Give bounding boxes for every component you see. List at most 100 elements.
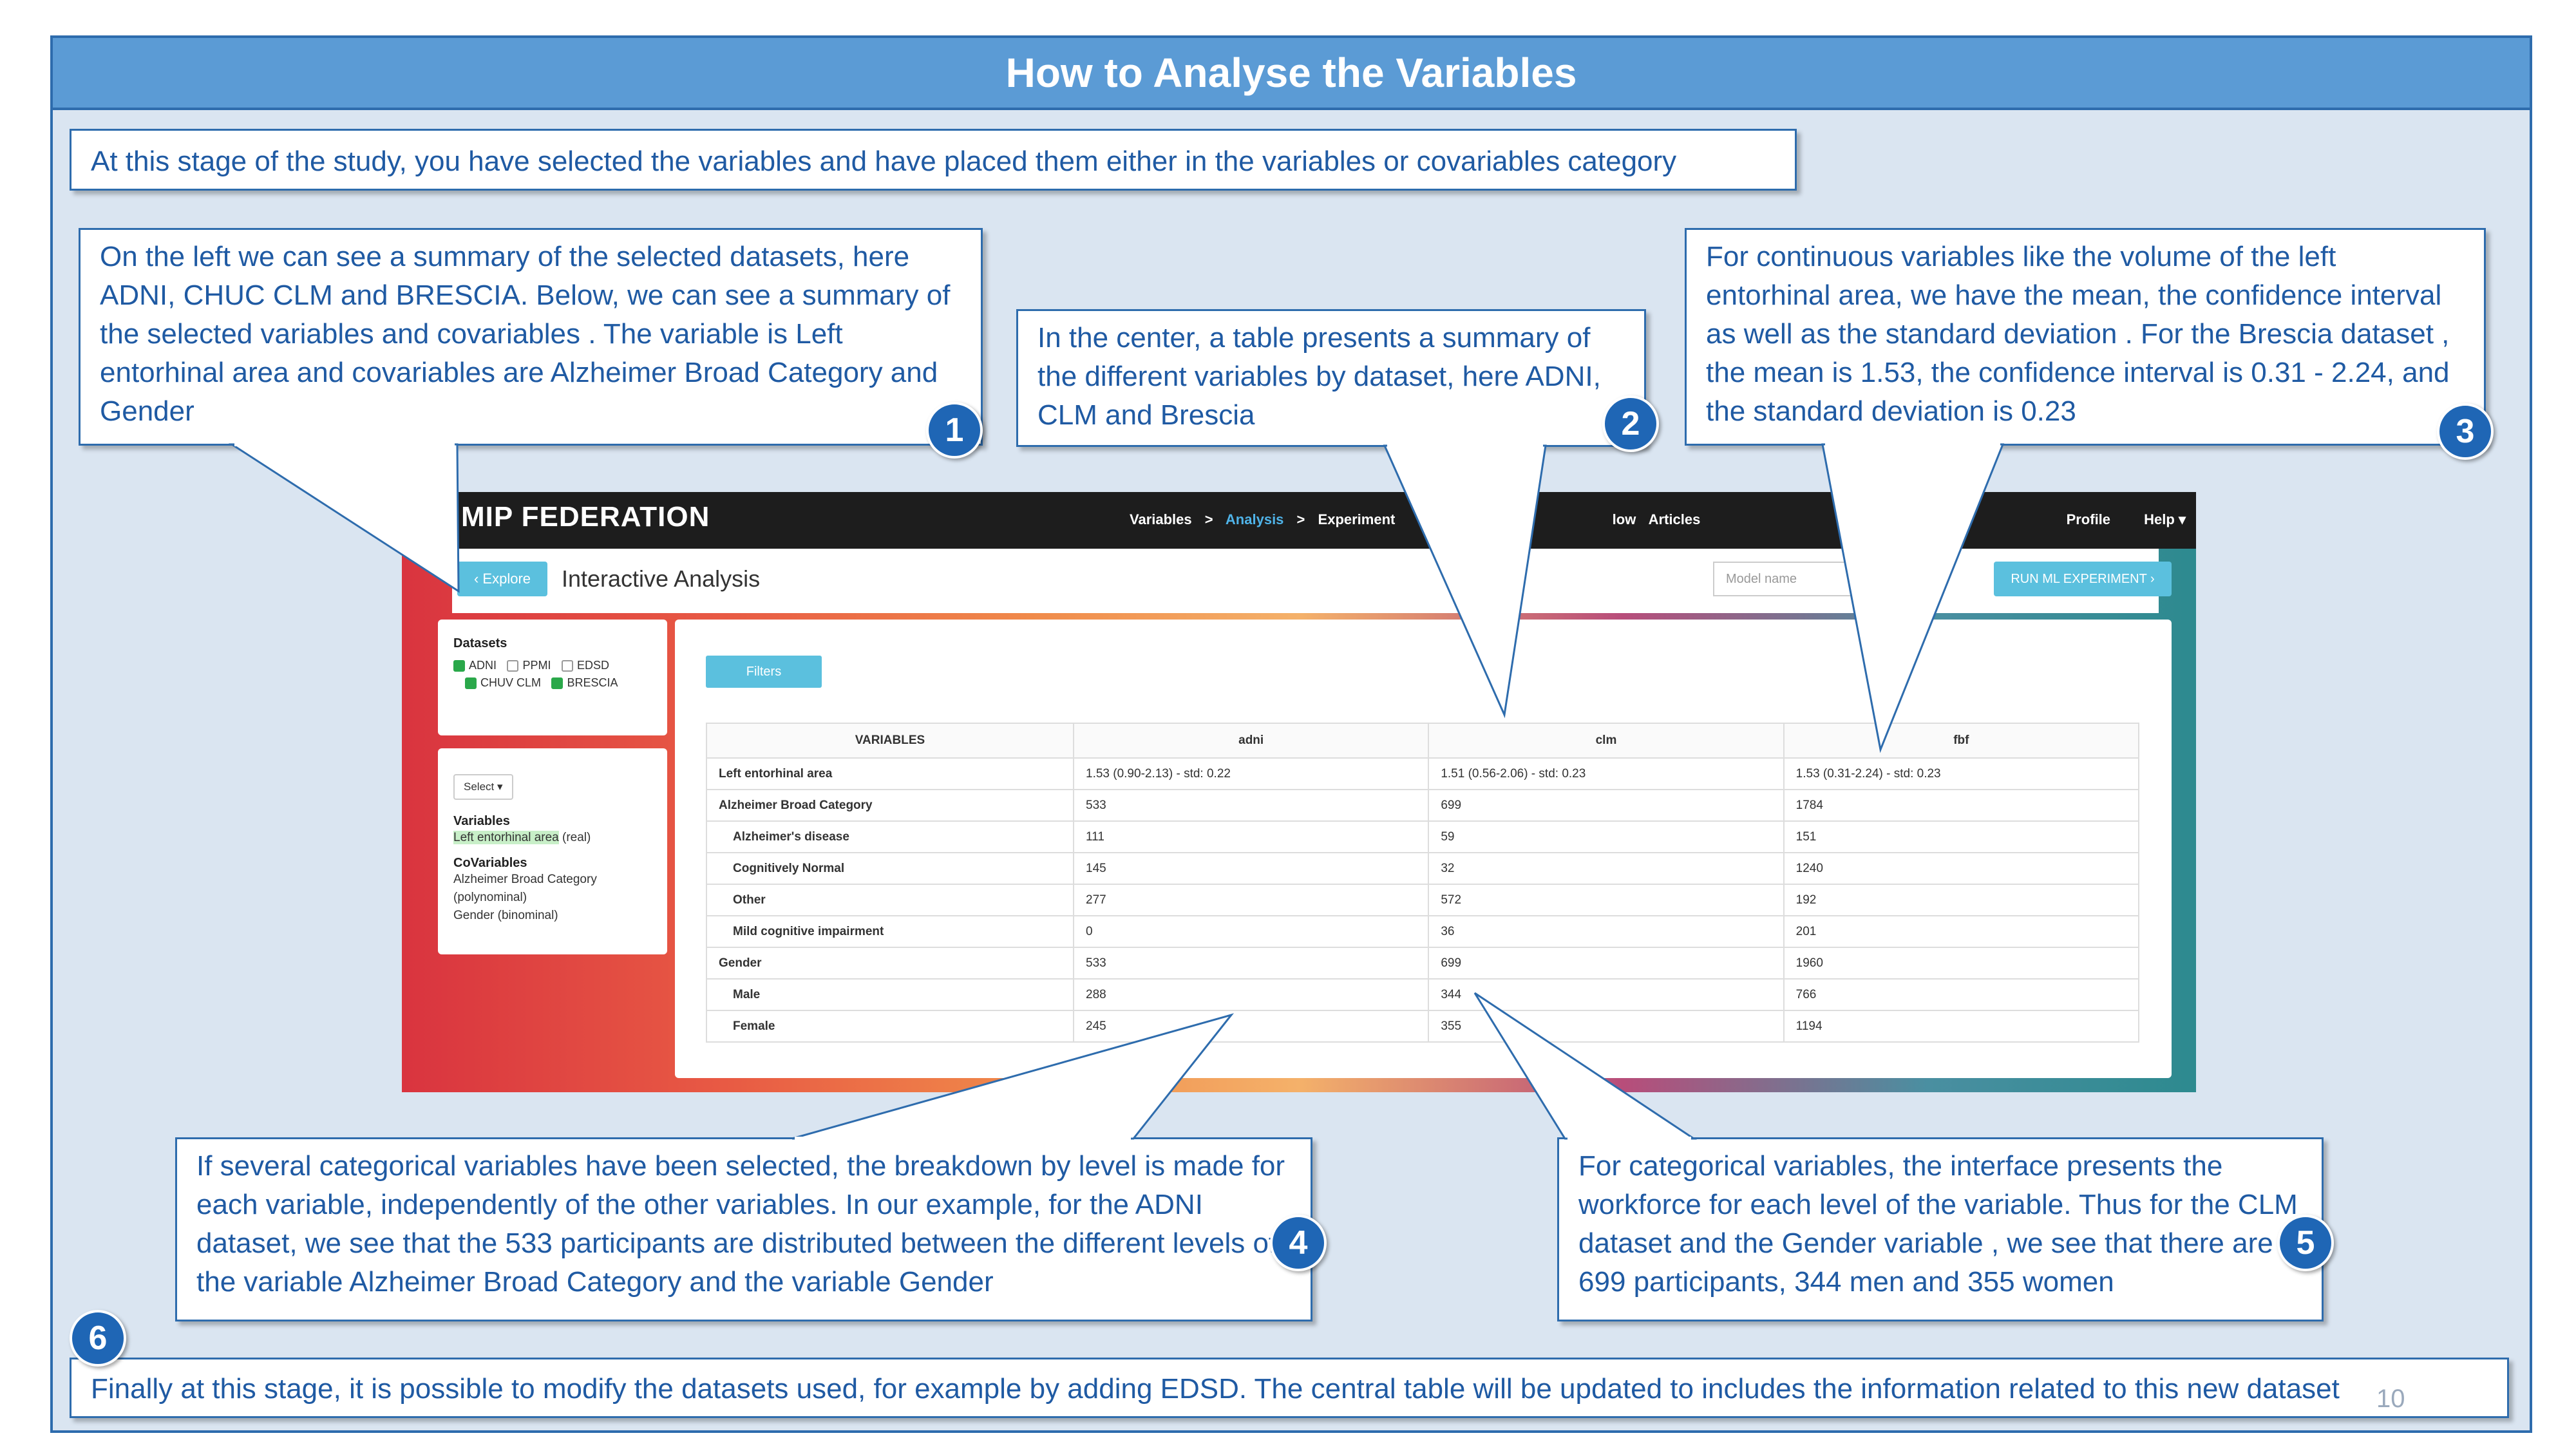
cell-fbf: 766 — [1783, 978, 2140, 1011]
checkbox-adni[interactable] — [453, 659, 465, 672]
intro-callout: At this stage of the study, you have sel… — [70, 129, 1797, 191]
row-label: Mild cognitive impairment — [706, 915, 1074, 948]
column-header: fbf — [1783, 723, 2140, 759]
cell-clm: 699 — [1428, 789, 1785, 822]
nav-analysis[interactable]: Analysis — [1226, 511, 1284, 527]
badge-6: 6 — [70, 1310, 126, 1367]
cell-clm: 572 — [1428, 884, 1785, 916]
row-label: Male — [706, 978, 1074, 1011]
top-navbar: MIP FEDERATION Variables > Analysis > Ex… — [402, 492, 2196, 549]
column-header: clm — [1428, 723, 1785, 759]
column-header: VARIABLES — [706, 723, 1074, 759]
dataset-label-ppmi: PPMI — [522, 659, 551, 672]
cell-adni: 145 — [1072, 852, 1430, 885]
checkbox-chuv-clm[interactable] — [465, 677, 477, 689]
table-row: Male 288 344 766 — [706, 978, 2140, 1011]
cell-fbf: 1960 — [1783, 947, 2140, 980]
column-header: adni — [1072, 723, 1430, 759]
slide-title: How to Analyse the Variables — [53, 38, 2530, 110]
cell-clm: 355 — [1428, 1010, 1785, 1043]
dataset-label-edsd: EDSD — [576, 659, 609, 672]
checkbox-ppmi[interactable] — [507, 659, 519, 672]
callout-6-text: Finally at this stage, it is possible to… — [91, 1373, 2340, 1405]
badge-2: 2 — [1602, 395, 1659, 452]
callout-4: If several categorical variables have be… — [175, 1137, 1312, 1321]
cell-fbf: 1194 — [1783, 1010, 2140, 1043]
covariables-title: CoVariables — [453, 856, 527, 870]
variable-type: (real) — [558, 831, 591, 844]
row-label: Female — [706, 1010, 1074, 1043]
run-ml-experiment-button[interactable]: RUN ML EXPERIMENT › — [1994, 562, 2172, 596]
nav-my-experiments[interactable]: My Exp — [1434, 511, 1483, 527]
nav-workflow[interactable]: low — [1613, 511, 1636, 527]
row-label: Alzheimer Broad Category — [706, 789, 1074, 822]
row-label: Alzheimer's disease — [706, 820, 1074, 853]
nav-articles[interactable]: Articles — [1649, 511, 1701, 527]
variables-title: Variables — [453, 814, 510, 828]
table-row: Mild cognitive impairment 0 36 201 — [706, 915, 2140, 948]
filters-button[interactable]: Filters — [706, 656, 822, 688]
badge-3: 3 — [2437, 403, 2494, 460]
table-row: Other 277 572 192 — [706, 884, 2140, 916]
callout-5-text: For categorical variables, the interface… — [1578, 1150, 2298, 1298]
badge-4: 4 — [1270, 1215, 1327, 1271]
cell-clm: 59 — [1428, 820, 1785, 853]
nav-experiment[interactable]: Experiment — [1318, 511, 1396, 527]
page-number: 10 — [2376, 1385, 2405, 1413]
table-row: Alzheimer's disease 111 59 151 — [706, 820, 2140, 853]
table-body: Left entorhinal area 1.53 (0.90-2.13) - s… — [706, 757, 2140, 1043]
checkbox-edsd[interactable] — [561, 659, 573, 672]
nav-right: Profile Help ▾ — [2037, 511, 2186, 528]
summary-panel: Filters VARIABLES adni clm fbf Left ento… — [675, 620, 2172, 1078]
cell-adni: 533 — [1072, 947, 1430, 980]
callout-4-text: If several categorical variables have be… — [196, 1150, 1285, 1298]
callout-5: For categorical variables, the interface… — [1557, 1137, 2324, 1321]
nav-help[interactable]: Help ▾ — [2144, 511, 2186, 527]
callout-6: Finally at this stage, it is possible to… — [70, 1358, 2509, 1418]
cell-adni: 277 — [1072, 884, 1430, 916]
callout-3: For continuous variables like the volume… — [1685, 228, 2486, 446]
badge-5: 5 — [2277, 1215, 2334, 1271]
row-label: Left entorhinal area — [706, 757, 1074, 790]
cell-fbf: 151 — [1783, 820, 2140, 853]
cell-clm: 32 — [1428, 852, 1785, 885]
cell-clm: 36 — [1428, 915, 1785, 948]
brand-logo: MIP FEDERATION — [461, 501, 710, 533]
cell-clm: 1.51 (0.56-2.06) - std: 0.23 — [1428, 757, 1785, 790]
cell-fbf: 201 — [1783, 915, 2140, 948]
row-label: Other — [706, 884, 1074, 916]
dataset-label-adni: ADNI — [469, 659, 497, 672]
explore-button[interactable]: ‹ Explore — [457, 562, 547, 596]
cell-fbf: 1.53 (0.31-2.24) - std: 0.23 — [1783, 757, 2140, 790]
checkbox-brescia[interactable] — [551, 677, 564, 689]
row-label: Gender — [706, 947, 1074, 980]
callout-1-text: On the left we can see a summary of the … — [100, 241, 951, 427]
table-row: Gender 533 699 1960 — [706, 947, 2140, 980]
cell-adni: 0 — [1072, 915, 1430, 948]
summary-table: VARIABLES adni clm fbf Left entorhinal a… — [706, 723, 2140, 1043]
cell-adni: 288 — [1072, 978, 1430, 1011]
app-screenshot: MIP FEDERATION Variables > Analysis > Ex… — [402, 492, 2196, 1092]
cell-clm: 344 — [1428, 978, 1785, 1011]
cell-fbf: 192 — [1783, 884, 2140, 916]
badge-1: 1 — [926, 402, 983, 459]
variable-item[interactable]: Left entorhinal area — [453, 831, 559, 844]
callout-1: On the left we can see a summary of the … — [79, 228, 983, 446]
nav-links: Variables > Analysis > Experiment My Exp… — [1130, 511, 1709, 528]
intro-text: At this stage of the study, you have sel… — [91, 146, 1677, 177]
datasets-panel: Datasets ADNI PPMI EDSD CHUV CLM BRESCIA — [438, 620, 667, 735]
page-heading: Interactive Analysis — [562, 565, 761, 592]
cell-adni: 245 — [1072, 1010, 1430, 1043]
select-dropdown[interactable]: Select ▾ — [453, 774, 513, 800]
nav-profile[interactable]: Profile — [2067, 511, 2110, 527]
cell-fbf: 1240 — [1783, 852, 2140, 885]
covariable-item[interactable]: Alzheimer Broad Category (polynominal) — [453, 871, 652, 907]
nav-variables[interactable]: Variables — [1130, 511, 1192, 527]
row-label: Cognitively Normal — [706, 852, 1074, 885]
model-name-input[interactable]: Model name — [1713, 562, 1919, 596]
callout-2: In the center, a table presents a summar… — [1016, 309, 1646, 447]
variables-panel: Select ▾ Variables Left entorhinal area … — [438, 748, 667, 954]
table-row: Left entorhinal area 1.53 (0.90-2.13) - s… — [706, 757, 2140, 790]
covariable-item[interactable]: Gender (binominal) — [453, 907, 652, 925]
dataset-label-brescia: BRESCIA — [567, 676, 618, 689]
